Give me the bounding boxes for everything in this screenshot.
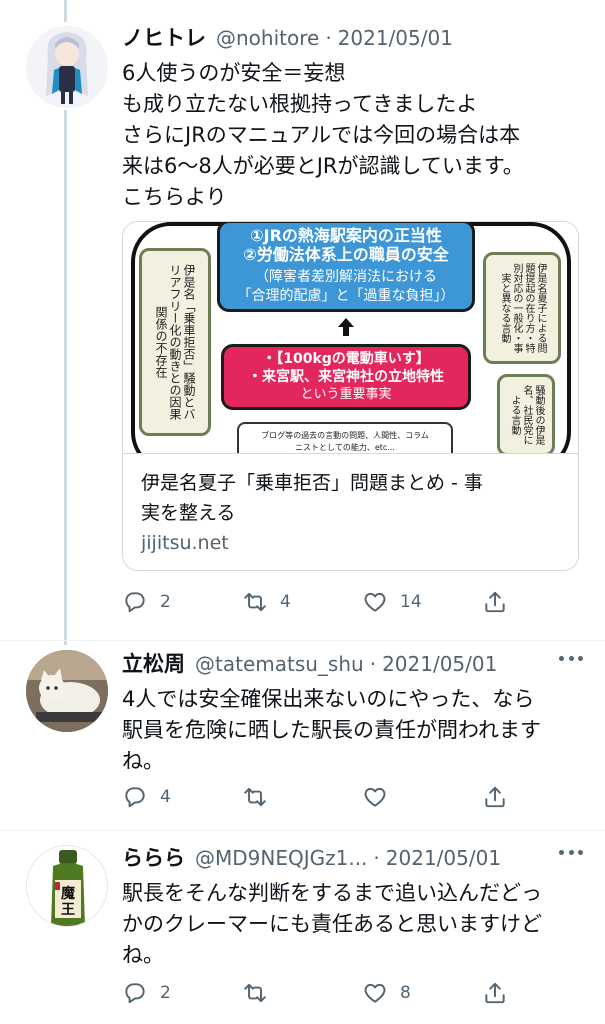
infographic-right-bottom-box: 騒動後の伊是名、社民党による言動 [497,374,555,453]
white-line-1: ブログ等の過去の言動の問題、人間性、コラム [261,431,429,440]
share-button[interactable] [482,980,520,1006]
like-button[interactable]: 14 [362,589,482,615]
tweet-actions: 2 8 [122,978,522,1008]
reply-count: 2 [160,983,171,1003]
link-card[interactable]: ①JRの熱海駅案内の正当性 ②労働法体系上の職員の安全 （障害者差別解消法におけ… [122,221,579,571]
tweet-date[interactable]: 2021/05/01 [386,846,501,870]
more-icon[interactable] [559,656,583,664]
right-top-box-text: 伊是名夏子による問題提起の在り方・特別対応の一般化・事実と異なる言動 [499,263,546,353]
tweet-header: ノヒトレ @nohitore · 2021/05/01 [122,22,585,56]
retweet-icon [244,983,266,1003]
infographic-left-box: 伊是名「乗車拒否」騒動とバリアフリー化の動きとの因果関係の不存在 [139,248,211,436]
red-line-1: ・【100kgの電動車いす】 [262,351,430,367]
red-line-3: という重要事実 [300,387,392,402]
tweet-3[interactable]: 魔 王 ららら @MD9NEQJGz1... · 2021/05/01 駅長をそ… [0,830,605,1024]
share-icon [485,591,505,613]
share-icon [485,786,505,808]
user-handle[interactable]: @tatematsu_shu [195,652,364,676]
avatar[interactable] [26,650,108,732]
red-line-2: ・来宮駅、来宮神社の立地特性 [248,369,444,385]
tweet-actions: 2 4 14 [122,587,522,617]
blue-line-4: 「合理的配慮」と「過重な負担」） [237,288,455,304]
tweet-date[interactable]: 2021/05/01 [338,26,453,50]
avatar[interactable]: 魔 王 [26,845,108,927]
user-handle[interactable]: @nohitore [216,26,319,50]
retweet-button[interactable]: 4 [242,589,362,615]
heart-icon [364,787,386,807]
card-image: ①JRの熱海駅案内の正当性 ②労働法体系上の職員の安全 （障害者差別解消法におけ… [123,222,578,454]
reply-button[interactable]: 2 [122,589,242,615]
blue-line-3: （障害者差別解消法における [255,269,437,285]
tweet-actions: 4 [122,782,522,812]
like-count: 14 [400,592,422,612]
reply-count: 4 [160,787,171,807]
display-name[interactable]: ららら [122,842,185,872]
tweet-content: ららら @MD9NEQJGz1... · 2021/05/01 駅長をそんな判断… [122,842,585,971]
avatar-label-1: 魔 [61,885,76,902]
more-icon[interactable] [559,850,583,858]
like-count: 8 [400,983,411,1003]
retweet-button[interactable] [242,784,362,810]
tweet-2[interactable]: 立松周 @tatematsu_shu · 2021/05/01 4人では安全確保… [0,640,605,830]
tweet-content: 立松周 @tatematsu_shu · 2021/05/01 4人では安全確保… [122,648,585,777]
infographic-red-box: ・【100kgの電動車いす】 ・来宮駅、来宮神社の立地特性 という重要事実 [221,344,471,410]
tweet-text: 6人使うのが安全＝妄想 も成り立たない根拠持ってきましたよ さらにJRのマニュア… [122,61,524,209]
retweet-icon [244,592,266,612]
like-button[interactable] [362,784,482,810]
user-handle[interactable]: @MD9NEQJGz1... [195,846,367,870]
blue-line-2: ②労働法体系上の職員の安全 [243,245,449,264]
retweet-button[interactable] [242,980,362,1006]
share-button[interactable] [482,784,520,810]
reply-button[interactable]: 2 [122,980,242,1006]
card-domain: jijitsu.net [141,532,229,554]
reply-count: 2 [160,592,171,612]
heart-icon [364,592,386,612]
reply-icon [125,592,145,613]
tweet-date[interactable]: 2021/05/01 [382,652,497,676]
reply-button[interactable]: 4 [122,784,242,810]
white-line-2: ニストとしての能力、etc... [295,443,395,452]
avatar-label-2: 王 [61,902,75,918]
tweet-1[interactable]: ノヒトレ @nohitore · 2021/05/01 6人使うのが安全＝妄想 … [0,0,605,640]
retweet-count: 4 [280,592,291,612]
retweet-icon [244,787,266,807]
card-title-line-1: 伊是名夏子「乗車拒否」問題まとめ - 事 [141,472,483,494]
right-bottom-box-text: 騒動後の伊是名、社民党による言動 [509,385,544,445]
infographic-right-top-box: 伊是名夏子による問題提起の在り方・特別対応の一般化・事実と異なる言動 [483,252,561,364]
display-name[interactable]: ノヒトレ [122,22,206,52]
like-button[interactable]: 8 [362,980,482,1006]
blue-line-1: ①JRの熱海駅案内の正当性 [250,226,442,245]
infographic-white-box: ブログ等の過去の言動の問題、人間性、コラム ニストとしての能力、etc... [237,422,453,453]
infographic-blue-box: ①JRの熱海駅案内の正当性 ②労働法体系上の職員の安全 （障害者差別解消法におけ… [217,222,475,312]
tweet-header: ららら @MD9NEQJGz1... · 2021/05/01 [122,842,585,876]
card-body: 伊是名夏子「乗車拒否」問題まとめ - 事 実を整える jijitsu.net [123,454,578,570]
separator-dot: · [369,652,377,676]
display-name[interactable]: 立松周 [122,648,185,678]
avatar[interactable] [26,26,108,108]
share-icon [485,982,505,1004]
share-button[interactable] [482,589,520,615]
heart-icon [364,983,386,1003]
separator-dot: · [325,26,332,50]
card-title-line-2: 実を整える [141,502,236,524]
tweet-text: 駅長をそんな判断をするまで追い込んだどっ かのクレーマーにも責任あると思いますけ… [122,881,542,967]
tweet-header: 立松周 @tatematsu_shu · 2021/05/01 [122,648,585,682]
left-box-text: 伊是名「乗車拒否」騒動とバリアフリー化の動きとの因果関係の不存在 [154,264,196,420]
tweet-content: ノヒトレ @nohitore · 2021/05/01 6人使うのが安全＝妄想 … [122,22,585,213]
reply-icon [125,983,145,1004]
tweet-text: 4人では安全確保出来ないのにやった、なら 駅員を危険に晒した駅長の責任が問われま… [122,687,541,773]
up-arrow-icon [338,318,354,336]
separator-dot: · [373,846,380,870]
reply-icon [125,787,145,808]
